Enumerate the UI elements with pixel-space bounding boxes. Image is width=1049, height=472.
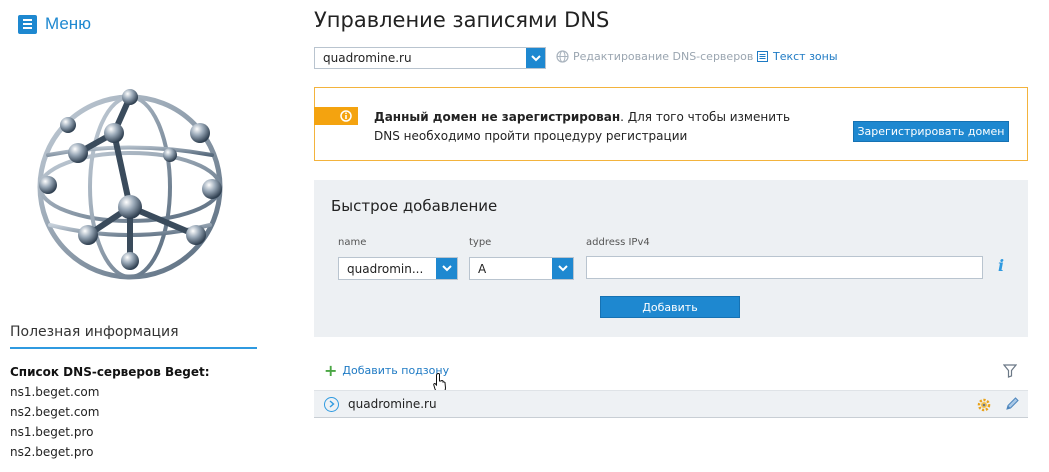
menu-label: Меню xyxy=(45,14,91,33)
gear-icon[interactable] xyxy=(976,397,992,413)
address-label: address IPv4 xyxy=(586,237,650,248)
dns-server-item: ns2.beget.pro xyxy=(10,445,94,459)
unregistered-domain-alert: Данный домен не зарегистрирован. Для тог… xyxy=(314,87,1028,161)
type-select[interactable]: A xyxy=(469,257,574,280)
info-icon xyxy=(340,110,352,122)
expand-icon[interactable] xyxy=(324,396,339,412)
dns-server-item: ns1.beget.pro xyxy=(10,425,94,439)
domain-select-value: quadromine.ru xyxy=(323,51,412,65)
type-label: type xyxy=(469,237,492,248)
name-label: name xyxy=(338,237,367,248)
alert-tag xyxy=(314,107,358,125)
page-title: Управление записями DNS xyxy=(314,8,610,32)
menu-icon xyxy=(18,14,37,34)
add-record-button[interactable]: Добавить xyxy=(600,296,740,318)
register-domain-button[interactable]: Зарегистрировать домен xyxy=(853,121,1009,142)
address-ipv4-input[interactable] xyxy=(586,256,983,279)
dns-servers-list: ns1.beget.com ns2.beget.com ns1.beget.pr… xyxy=(10,384,99,464)
dns-server-item: ns2.beget.com xyxy=(10,405,100,419)
document-icon xyxy=(757,51,768,62)
plus-icon: + xyxy=(324,360,338,380)
quick-add-title: Быстрое добавление xyxy=(331,197,498,215)
dns-servers-heading: Список DNS-серверов Beget: xyxy=(10,365,210,379)
edit-dns-servers-label: Редактирование DNS-серверов xyxy=(573,50,754,63)
filter-icon[interactable] xyxy=(1003,364,1017,378)
chevron-down-icon xyxy=(552,258,573,279)
edit-dns-servers-link[interactable]: Редактирование DNS-серверов xyxy=(556,50,753,63)
zone-name: quadromine.ru xyxy=(348,397,437,411)
alert-message: Данный домен не зарегистрирован. Для тог… xyxy=(374,108,804,146)
alert-message-bold: Данный домен не зарегистрирован xyxy=(374,110,621,124)
quick-add-panel: Быстрое добавление name type address IPv… xyxy=(314,180,1028,337)
zone-text-link[interactable]: Текст зоны xyxy=(757,50,838,63)
zone-text-label: Текст зоны xyxy=(773,50,838,63)
chevron-down-icon xyxy=(436,258,457,279)
name-select[interactable]: quadromin... xyxy=(338,257,458,280)
pencil-icon[interactable] xyxy=(1004,396,1020,412)
add-subzone-link[interactable]: + Добавить подзону xyxy=(324,360,449,380)
chevron-down-icon xyxy=(526,48,545,68)
domain-select[interactable]: quadromine.ru xyxy=(314,47,546,69)
globe-icon xyxy=(556,50,569,63)
dns-server-item: ns1.beget.com xyxy=(10,385,100,399)
type-select-value: A xyxy=(478,261,487,276)
menu-button[interactable]: Меню xyxy=(18,14,91,34)
zone-row[interactable]: quadromine.ru xyxy=(314,390,1028,418)
name-select-value: quadromin... xyxy=(347,261,424,276)
info-icon[interactable]: i xyxy=(998,256,1004,275)
dns-globe-illustration xyxy=(37,89,223,280)
useful-info-heading: Полезная информация xyxy=(10,324,257,349)
